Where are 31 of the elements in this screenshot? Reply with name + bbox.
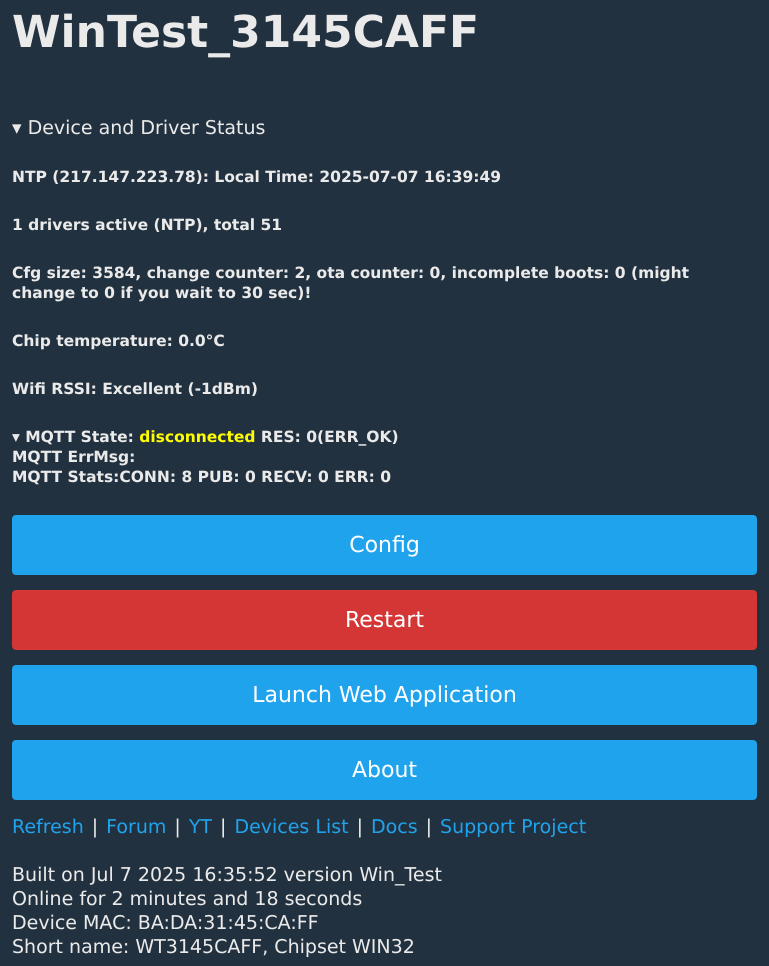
status-line: MQTT ErrMsg: [12,447,136,467]
link-separator: | [92,815,98,839]
info-line: Device MAC: BA:DA:31:45:CA:FF [12,911,320,935]
nav-link[interactable]: Devices List [234,815,349,839]
status-line: Cfg size: 3584, change counter: 2, ota counter: 0, incomplete boots: 0 (might change to 0 if you wait to 30 sec)! [12,263,690,303]
status-line: 1 drivers active (NTP), total 51 [12,215,284,235]
nav-link[interactable]: Docs [371,815,418,839]
action-button[interactable]: Config [12,515,757,575]
page-title: WinTest_3145CAFF [12,8,480,58]
action-button[interactable]: About [12,740,757,800]
info-line: Short name: WT3145CAFF, Chipset WIN32 [12,935,416,959]
status-line: NTP (217.147.223.78): Local Time: 2025-07-07 16:39:49 [12,167,502,187]
link-separator: | [426,815,432,839]
nav-link[interactable]: Forum [106,815,166,839]
mqtt-state-label[interactable]: ▾ MQTT State: [12,428,134,446]
link-separator: | [174,815,181,839]
status-line: Wifi RSSI: Excellent (-1dBm) [12,379,259,399]
status-line: MQTT Stats:CONN: 8 PUB: 0 RECV: 0 ERR: 0 [12,467,392,487]
status-line: Chip temperature: 0.0°C [12,331,226,351]
action-button[interactable]: Launch Web Application [12,665,757,725]
info-line: Online for 2 minutes and 18 seconds [12,887,364,911]
mqtt-state-value: disconnected [139,428,256,446]
action-button[interactable]: Restart [12,590,757,650]
info-line: Built on Jul 7 2025 16:35:52 version Win_Test [12,863,443,887]
mqtt-result: RES: 0(ERR_OK) [260,428,399,446]
link-separator: | [220,815,226,839]
nav-link[interactable]: Support Project [440,815,586,839]
link-separator: | [356,815,363,839]
nav-link[interactable]: Refresh [12,815,84,839]
section-toggle[interactable]: ▾ Device and Driver Status [12,116,266,140]
nav-link[interactable]: YT [188,815,212,839]
